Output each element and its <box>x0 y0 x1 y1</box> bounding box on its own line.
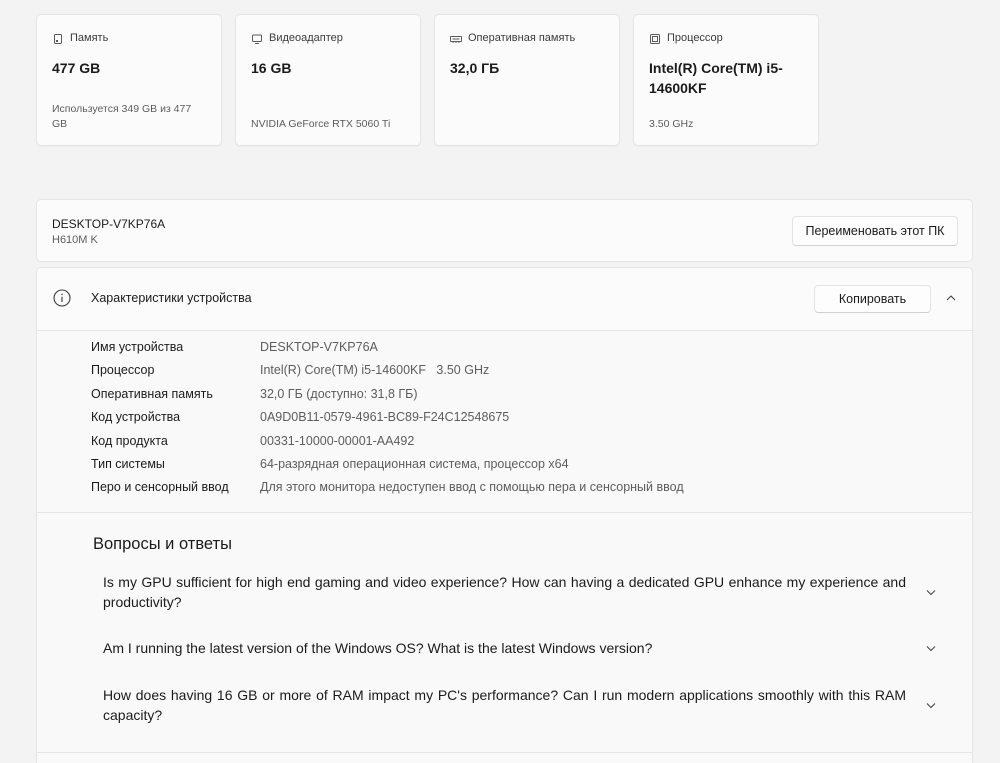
ram-icon <box>450 35 462 43</box>
spec-row-device-name: Имя устройства DESKTOP-V7KP76A <box>37 336 972 359</box>
spec-value: Для этого монитора недоступен ввод с пом… <box>260 480 684 495</box>
card-value: 16 GB <box>251 60 292 76</box>
spec-label: Перо и сенсорный ввод <box>91 480 229 495</box>
card-label: Оперативная память <box>468 32 576 44</box>
chevron-down-icon[interactable] <box>925 586 937 598</box>
card-label: Процессор <box>667 32 723 44</box>
spec-value: 00331-10000-00001-AA492 <box>260 433 415 448</box>
spec-row-processor: Процессор Intel(R) Core(TM) i5-14600KF 3… <box>37 359 972 382</box>
spec-value: 64-разрядная операционная система, проце… <box>260 456 569 471</box>
info-icon <box>53 289 71 307</box>
chevron-down-icon[interactable] <box>925 699 937 711</box>
spec-row-ram: Оперативная память 32,0 ГБ (доступно: 31… <box>37 383 972 406</box>
faq-question: Am I running the latest version of the W… <box>103 640 653 656</box>
ram-card: Оперативная память 32,0 ГБ <box>434 14 620 146</box>
faq-item-ram[interactable]: How does having 16 GB or more of RAM imp… <box>37 685 972 725</box>
card-value: Intel(R) Core(TM) i5-14600KF <box>649 60 783 96</box>
storage-card: Память 477 GB Используется 349 GB из 477… <box>36 14 222 146</box>
storage-icon <box>54 33 62 44</box>
card-header: Процессор <box>649 31 803 46</box>
card-label: Память <box>70 32 109 44</box>
spec-label: Процессор <box>91 363 155 378</box>
spec-row-pen-touch: Перо и сенсорный ввод Для этого монитора… <box>37 476 972 499</box>
spec-row-product-id: Код продукта 00331-10000-00001-AA492 <box>37 430 972 453</box>
faq-question: Is my GPU sufficient for high end gaming… <box>103 574 906 610</box>
spec-row-device-id: Код устройства 0A9D0B11-0579-4961-BC89-F… <box>37 406 972 429</box>
spec-label: Имя устройства <box>91 340 184 354</box>
gpu-card: Видеоадаптер 16 GB NVIDIA GeForce RTX 50… <box>235 14 421 146</box>
spec-label: Код продукта <box>91 433 168 448</box>
card-subtext: NVIDIA GeForce RTX 5060 Ti <box>251 118 391 130</box>
cpu-card: Процессор Intel(R) Core(TM) i5-14600KF 3… <box>633 14 819 146</box>
cpu-icon <box>650 33 660 44</box>
card-value: 477 GB <box>52 60 101 76</box>
device-specs-title: Характеристики устройства <box>91 290 252 305</box>
faq-question: How does having 16 GB or more of RAM imp… <box>103 687 906 723</box>
spec-label: Тип системы <box>91 456 165 471</box>
spec-value: DESKTOP-V7KP76A <box>260 340 378 354</box>
faq-title: Вопросы и ответы <box>93 535 232 553</box>
device-name-card: DESKTOP-V7KP76A H610M K Переименовать эт… <box>36 199 973 262</box>
spec-value: Intel(R) Core(TM) i5-14600KF 3.50 GHz <box>260 363 490 378</box>
device-specs-content: Имя устройства DESKTOP-V7KP76A Процессор… <box>37 331 972 513</box>
card-header: Оперативная память <box>450 31 604 46</box>
faq-item-gpu[interactable]: Is my GPU sufficient for high end gaming… <box>37 572 972 612</box>
card-subtext: Используется 349 GB из 477 GB <box>52 103 192 130</box>
chevron-down-icon[interactable] <box>925 642 937 654</box>
device-model: H610M K <box>52 234 98 246</box>
faq-section: Вопросы и ответы Is my GPU sufficient fo… <box>37 513 972 753</box>
device-specs-header[interactable]: Характеристики устройства Копировать <box>37 268 972 331</box>
spec-row-system-type: Тип системы 64-разрядная операционная си… <box>37 453 972 476</box>
gpu-icon <box>252 34 262 44</box>
card-label: Видеоадаптер <box>269 32 343 44</box>
chevron-up-icon[interactable] <box>945 292 957 304</box>
card-subtext: 3.50 GHz <box>649 118 694 130</box>
spec-value: 0A9D0B11-0579-4961-BC89-F24C12548675 <box>260 410 510 425</box>
rename-pc-button[interactable]: Переименовать этот ПК <box>792 216 958 246</box>
device-specs-expander: Характеристики устройства Копировать Имя… <box>36 267 973 763</box>
device-name: DESKTOP-V7KP76A <box>52 217 166 231</box>
spec-label: Код устройства <box>91 410 181 425</box>
spec-label: Оперативная память <box>91 386 213 401</box>
card-header: Память <box>52 31 206 46</box>
faq-item-windows-version[interactable]: Am I running the latest version of the W… <box>37 638 972 658</box>
spec-value: 32,0 ГБ (доступно: 31,8 ГБ) <box>260 386 418 401</box>
card-header: Видеоадаптер <box>251 31 405 46</box>
copy-button[interactable]: Копировать <box>814 285 931 313</box>
card-value: 32,0 ГБ <box>450 60 500 76</box>
